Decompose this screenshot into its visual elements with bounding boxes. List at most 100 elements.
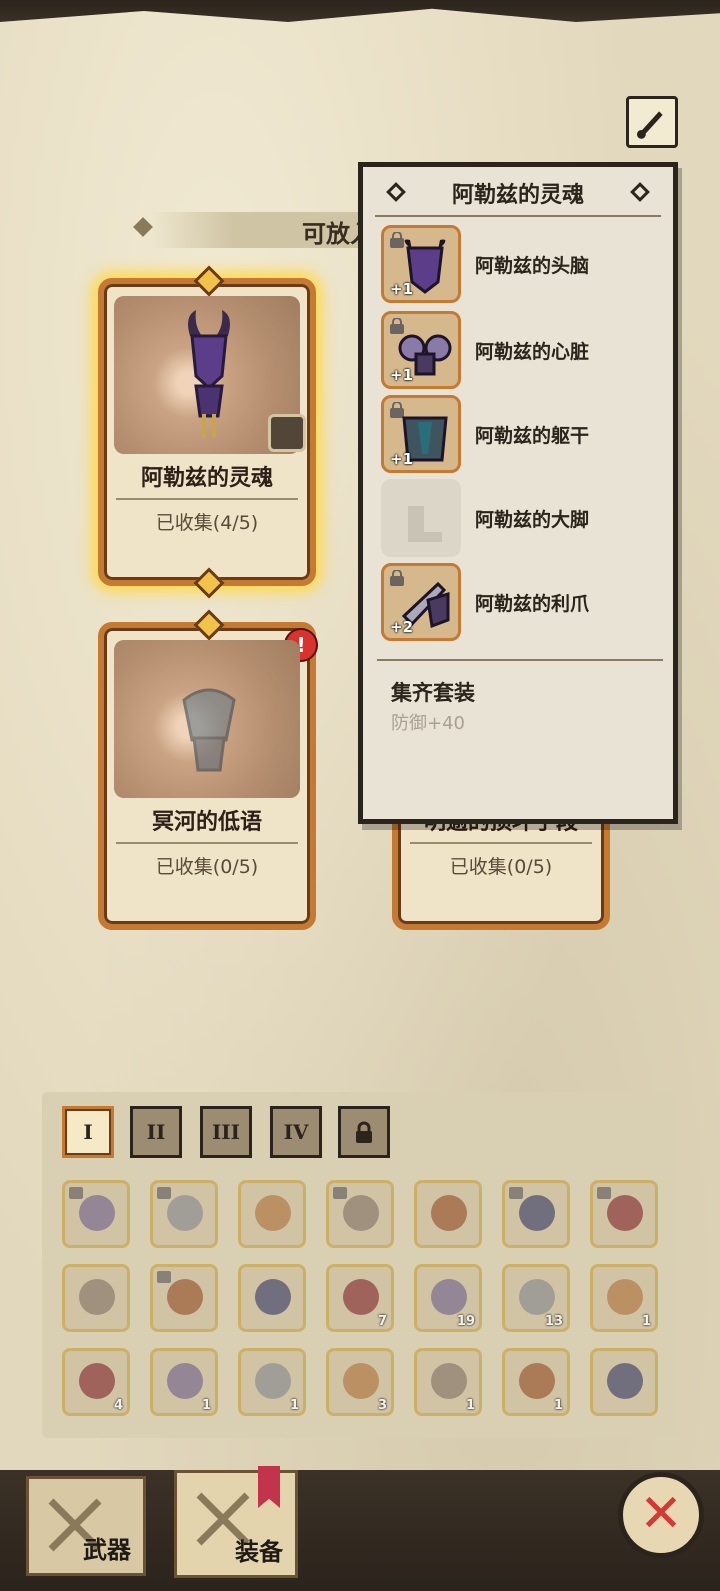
- tab-tier-2[interactable]: II: [130, 1106, 182, 1158]
- part-bonus: +2: [390, 618, 414, 636]
- item-count: 7: [377, 1314, 387, 1329]
- tab-tier-3[interactable]: III: [200, 1106, 252, 1158]
- inventory-slot[interactable]: 1: [502, 1348, 570, 1416]
- part-bonus: +1: [390, 280, 414, 298]
- beast-icon: [79, 1279, 115, 1315]
- part-label: 阿勒兹的利爪: [475, 593, 590, 615]
- inventory-slot[interactable]: [590, 1180, 658, 1248]
- set-card-count: 已收集(0/5): [155, 856, 259, 878]
- helmet-icon: +1: [381, 225, 461, 303]
- set-part-claw[interactable]: +2 阿勒兹的利爪: [381, 563, 671, 643]
- empty-slot: [268, 414, 306, 452]
- claw-icon: +2: [381, 563, 461, 641]
- lock-icon: [356, 1121, 372, 1143]
- star-potion-icon: [79, 1363, 115, 1399]
- inventory-slot[interactable]: [326, 1180, 394, 1248]
- red-potion-icon: [431, 1279, 467, 1315]
- divider: [410, 842, 592, 844]
- item-count: 19: [456, 1314, 475, 1329]
- scroll-eye-icon: [343, 1279, 379, 1315]
- set-part-head[interactable]: +1 阿勒兹的头脑: [381, 225, 671, 305]
- inventory-slot[interactable]: [238, 1264, 306, 1332]
- bone-icon: [167, 1279, 203, 1315]
- dark-armor-icon: [519, 1195, 555, 1231]
- inventory-slot[interactable]: [590, 1348, 658, 1416]
- set-card-ares-soul[interactable]: 阿勒兹的灵魂 已收集(4/5): [98, 265, 316, 599]
- set-card-count: 已收集(4/5): [155, 512, 259, 534]
- part-label: 阿勒兹的躯干: [475, 425, 590, 447]
- pink-potion-icon: [607, 1279, 643, 1315]
- tab-locked[interactable]: [338, 1106, 390, 1158]
- boots-icon: [607, 1195, 643, 1231]
- brush-icon: [636, 111, 663, 139]
- chest-armor-icon: [343, 1195, 379, 1231]
- set-card-art: [114, 640, 300, 798]
- item-count: 4: [113, 1398, 123, 1413]
- divider: [116, 842, 298, 844]
- set-part-torso[interactable]: +1 阿勒兹的躯干: [381, 395, 671, 475]
- inventory-slot[interactable]: 1: [150, 1348, 218, 1416]
- close-button[interactable]: ✕: [618, 1472, 704, 1558]
- knight-helm-icon: [167, 1195, 203, 1231]
- lock-icon: [597, 1187, 611, 1199]
- set-bonus-title: 集齐套装: [391, 681, 475, 705]
- inventory-slot[interactable]: [62, 1180, 130, 1248]
- item-count: 1: [641, 1314, 651, 1329]
- set-card-name: 阿勒兹的灵魂: [140, 466, 273, 491]
- part-bonus: +1: [390, 450, 414, 468]
- divider: [377, 659, 663, 661]
- tab-tier-1[interactable]: I: [62, 1106, 114, 1158]
- boots-icon: [381, 479, 461, 557]
- inventory-slot[interactable]: [150, 1180, 218, 1248]
- shoulder-icon: +1: [381, 311, 461, 389]
- green-potion-icon: [519, 1279, 555, 1315]
- inventory-slot[interactable]: 1: [414, 1348, 482, 1416]
- item-count: 1: [201, 1398, 211, 1413]
- inventory-slot[interactable]: 1: [238, 1348, 306, 1416]
- inventory-slot[interactable]: [414, 1180, 482, 1248]
- equipment-tab-label: 装备: [235, 1538, 283, 1566]
- divider: [116, 498, 298, 500]
- item-count: 1: [289, 1398, 299, 1413]
- armor-icon: +1: [381, 395, 461, 473]
- inventory-slot[interactable]: [62, 1264, 130, 1332]
- book-icon: [607, 1363, 643, 1399]
- lock-icon: [333, 1187, 347, 1199]
- crystal-icon: [519, 1363, 555, 1399]
- item-count: 3: [377, 1398, 387, 1413]
- ghost-armor-icon: [182, 688, 236, 772]
- weapons-tab-button[interactable]: 武器: [26, 1476, 146, 1576]
- orb-icon: [255, 1363, 291, 1399]
- heart-icon: [167, 1363, 203, 1399]
- inventory-slot[interactable]: [238, 1180, 306, 1248]
- claw-icon: [255, 1279, 291, 1315]
- set-part-feet[interactable]: 阿勒兹的大脚: [381, 479, 671, 559]
- part-label: 阿勒兹的头脑: [475, 255, 590, 277]
- set-card-styx-whisper[interactable]: ! 冥河的低语 已收集(0/5): [98, 609, 318, 930]
- set-card-name: 冥河的低语: [151, 810, 262, 835]
- set-detail-popup: 阿勒兹的灵魂 +1 阿勒兹的头脑 +1 阿勒兹的心脏 +1 阿勒兹的躯干 阿勒兹…: [358, 162, 678, 824]
- part-label: 阿勒兹的心脏: [475, 341, 590, 363]
- set-part-heart[interactable]: +1 阿勒兹的心脏: [381, 311, 671, 391]
- inventory-slot[interactable]: [502, 1180, 570, 1248]
- inventory-slot[interactable]: 19: [414, 1264, 482, 1332]
- inventory-slot[interactable]: 3: [326, 1348, 394, 1416]
- inventory-slot[interactable]: 13: [502, 1264, 570, 1332]
- tab-tier-4[interactable]: IV: [270, 1106, 322, 1158]
- set-card-count: 已收集(0/5): [449, 856, 553, 878]
- helmet-icon: [79, 1195, 115, 1231]
- item-count: 13: [544, 1314, 563, 1329]
- lock-icon: [69, 1187, 83, 1199]
- close-icon: ✕: [639, 1484, 683, 1544]
- part-label: 阿勒兹的大脚: [475, 509, 590, 531]
- cloak-icon: [431, 1195, 467, 1231]
- set-bonus-value: 防御+40: [391, 713, 465, 734]
- inventory-slot[interactable]: [150, 1264, 218, 1332]
- inventory-slot[interactable]: 7: [326, 1264, 394, 1332]
- divider: [375, 215, 661, 217]
- inventory-slot[interactable]: 4: [62, 1348, 130, 1416]
- edit-button[interactable]: [626, 96, 678, 148]
- lock-icon: [509, 1187, 523, 1199]
- inventory-slot[interactable]: 1: [590, 1264, 658, 1332]
- weapons-tab-label: 武器: [83, 1536, 131, 1564]
